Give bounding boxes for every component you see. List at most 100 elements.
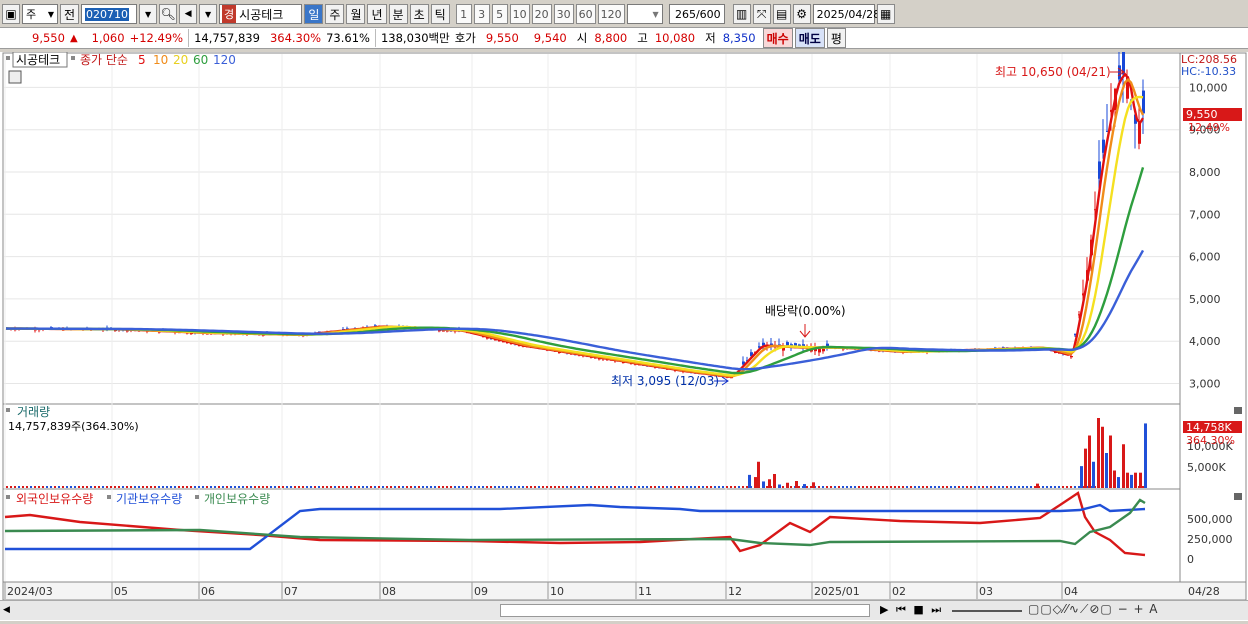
volume-bar	[850, 486, 852, 488]
x-axis-label: 07	[284, 585, 298, 598]
stock-name-box[interactable]: 경 시공테크	[219, 4, 303, 24]
volume-bar	[650, 486, 652, 488]
price-value: 9,550	[32, 31, 65, 45]
price-axis-label: 5,000	[1189, 293, 1221, 306]
volume-bar	[882, 486, 884, 488]
volume-bar	[238, 486, 240, 488]
pane-menu-icon[interactable]	[1234, 407, 1242, 414]
table-icon[interactable]	[8, 70, 22, 84]
volume-bar	[757, 461, 760, 488]
volume-bar	[1042, 486, 1044, 488]
scroll-left-icon[interactable]: ◀	[3, 605, 10, 615]
volume-bar	[494, 486, 496, 488]
change-value: 1,060	[91, 31, 125, 45]
prev-button[interactable]: 전	[60, 4, 80, 24]
tab-tick[interactable]: 틱	[430, 4, 450, 24]
volume-bar	[138, 486, 140, 488]
interval-10[interactable]: 10	[509, 4, 530, 24]
chart-svg[interactable]: 시공테크 종가 단순 5 10 20 60 120 LC:208.56 HC:-…	[0, 42, 1248, 621]
speaker-icon[interactable]: ◀	[179, 4, 198, 24]
tab-year[interactable]: 년	[367, 4, 387, 24]
x-axis-label: 09	[474, 585, 488, 598]
interval-20[interactable]: 20	[531, 4, 552, 24]
volume-bar	[748, 474, 751, 488]
speaker-dropdown-button[interactable]: ▼	[199, 4, 218, 24]
volume-bar	[78, 486, 80, 488]
volume-bar	[334, 486, 336, 488]
volume-bar	[978, 486, 980, 488]
volume-bar	[414, 486, 416, 488]
interval-30[interactable]: 30	[553, 4, 574, 24]
market-select[interactable]: 주 ▼	[22, 4, 58, 24]
search-icon[interactable]: 🔍︎	[159, 4, 178, 24]
legend-marker-icon	[6, 495, 10, 499]
volume-bar	[726, 486, 728, 488]
zoom-slider[interactable]	[952, 610, 1022, 612]
interval-input[interactable]: ▼	[626, 4, 663, 24]
volume-bar	[326, 486, 328, 488]
volume-bar	[206, 486, 208, 488]
volume-bar	[958, 486, 960, 488]
volume-bar	[702, 486, 704, 488]
tab-month[interactable]: 월	[346, 4, 366, 24]
calendar-icon[interactable]: ▦	[876, 4, 895, 24]
volume-bar	[258, 486, 260, 488]
count-value: 265	[674, 7, 696, 21]
playback-controls[interactable]: ▶ ⏮ ■ ⏭	[880, 603, 943, 617]
stock-name: 시공테크	[239, 7, 284, 22]
code-input[interactable]: 020710	[81, 4, 138, 24]
gear-icon[interactable]: ⚙	[792, 4, 811, 24]
buy-button[interactable]: 매수	[762, 28, 793, 48]
save-icon[interactable]: ▤	[772, 4, 791, 24]
volume-pane[interactable]	[2, 403, 1181, 490]
x-axis-label: 06	[201, 585, 215, 598]
count-input[interactable]: 265 /600	[668, 4, 725, 24]
quote-bar: 9,550 ▲ 1,060 +12.49% 14,757,839 364.30%…	[0, 27, 1248, 49]
tab-week[interactable]: 주	[325, 4, 345, 24]
tab-second[interactable]: 초	[409, 4, 429, 24]
volume-bar	[486, 486, 488, 488]
volume-bar	[398, 486, 400, 488]
avg-button[interactable]: 평	[826, 28, 846, 48]
layout-icon[interactable]: ▣	[2, 4, 20, 24]
interval-1[interactable]: 1	[455, 4, 472, 24]
drawing-tools[interactable]: ▢▢◇⁄⁄∿⟋⊘▢ − + A	[1028, 602, 1159, 617]
volume-bar	[302, 486, 304, 488]
scroll-thumb[interactable]	[500, 604, 870, 617]
date-input[interactable]: 2025/04/28	[812, 4, 880, 24]
hc-label: HC:-10.33	[1181, 65, 1236, 78]
volume-bar	[34, 486, 36, 488]
interval-3[interactable]: 3	[473, 4, 490, 24]
candle-type-icon[interactable]: ▥	[732, 4, 751, 24]
volume-bar	[722, 486, 724, 488]
tab-minute[interactable]: 분	[388, 4, 408, 24]
chart-area[interactable]: 시공테크 종가 단순 5 10 20 60 120 LC:208.56 HC:-…	[0, 42, 1248, 621]
x-axis	[2, 581, 1247, 601]
volume-bar	[646, 486, 648, 488]
turnover: 73.61%	[326, 31, 370, 45]
volume-bar	[638, 486, 640, 488]
volume-bar	[1126, 472, 1129, 488]
x-axis-label: 10	[550, 585, 564, 598]
volume-bar	[830, 486, 832, 488]
volume-bar	[386, 486, 388, 488]
volume-bar	[858, 486, 860, 488]
volume-value: 14,757,839주(364.30%)	[8, 420, 139, 433]
interval-5[interactable]: 5	[491, 4, 508, 24]
volume-bar	[666, 486, 668, 488]
volume-bar	[738, 486, 740, 488]
code-dropdown-button[interactable]: ▼	[139, 4, 158, 24]
volume-bar	[982, 486, 984, 488]
legend-marker-icon	[107, 495, 111, 499]
line-type-icon[interactable]: ⤧	[752, 4, 771, 24]
interval-120[interactable]: 120	[597, 4, 625, 24]
volume-bar	[1066, 486, 1068, 488]
sell-button[interactable]: 매도	[794, 28, 825, 48]
pane-menu-icon[interactable]	[1234, 493, 1242, 500]
interval-60[interactable]: 60	[575, 4, 596, 24]
tab-day[interactable]: 일	[304, 4, 324, 24]
x-axis-label: 12	[728, 585, 742, 598]
scroll-bar[interactable]: ◀ ▶ ⏮ ■ ⏭ ▢▢◇⁄⁄∿⟋⊘▢ − + A	[0, 600, 1248, 620]
volume-bar	[810, 486, 812, 488]
annotation-low: 최저 3,095 (12/03)	[611, 374, 719, 388]
